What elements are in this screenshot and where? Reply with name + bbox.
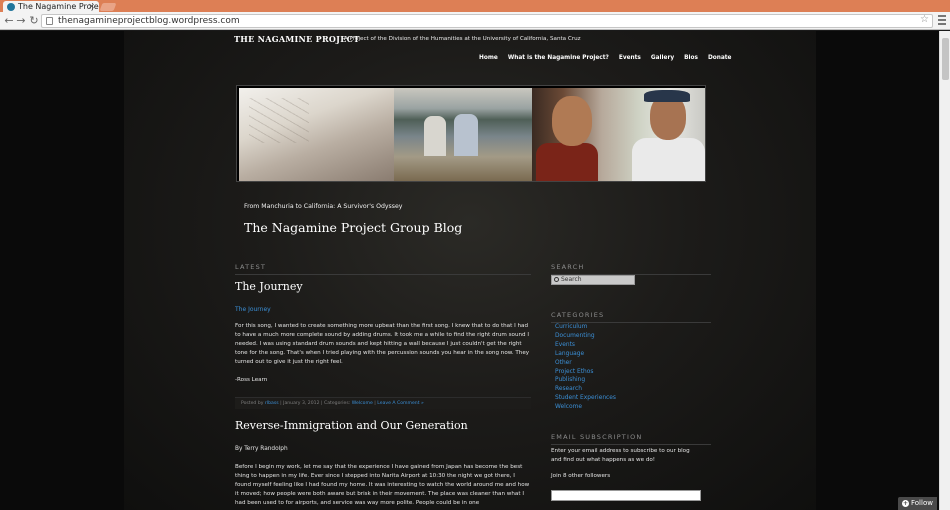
site-tagline: From Manchuria to California: A Survivor… — [244, 203, 403, 210]
category-link[interactable]: Welcome — [352, 401, 373, 406]
main-content: LATEST The Journey The Journey For this … — [235, 263, 531, 506]
category-item[interactable]: Publishing — [555, 376, 616, 385]
address-bar[interactable]: thenagamineprojectblog.wordpress.com ☆ — [41, 14, 933, 28]
wordpress-favicon-icon — [7, 3, 15, 11]
browser-toolbar: ← → ↻ thenagamineprojectblog.wordpress.c… — [0, 12, 950, 30]
top-navigation: Home What is the Nagamine Project? Event… — [474, 55, 737, 61]
chrome-menu-icon[interactable] — [938, 15, 946, 25]
search-icon — [554, 277, 559, 282]
nav-gallery[interactable]: Gallery — [646, 55, 679, 61]
category-item[interactable]: Language — [555, 350, 616, 359]
category-item[interactable]: Events — [555, 341, 616, 350]
post-meta: Posted by rlbass | January 3, 2012 | Cat… — [235, 397, 531, 409]
tab-title: The Nagamine Proje — [18, 2, 99, 11]
categories-list: Curriculum Documenting Events Language O… — [555, 323, 616, 412]
post-subtitle-link[interactable]: The Journey — [235, 306, 271, 313]
back-arrow-icon[interactable]: ← — [3, 13, 15, 29]
nav-donate[interactable]: Donate — [703, 55, 737, 61]
post-title[interactable]: Reverse-Immigration and Our Generation — [235, 419, 468, 432]
search-input[interactable]: Search — [551, 275, 635, 285]
category-item[interactable]: Project Ethos — [555, 368, 616, 377]
bookmark-star-icon[interactable]: ☆ — [920, 14, 929, 26]
category-item[interactable]: Curriculum — [555, 323, 616, 332]
close-tab-icon[interactable]: ✕ — [88, 1, 95, 12]
forward-arrow-icon[interactable]: → — [15, 13, 27, 29]
follow-button[interactable]: + Follow — [898, 497, 937, 510]
plus-icon: + — [902, 500, 909, 507]
page-scrollbar[interactable] — [939, 31, 950, 510]
categories-section-label: CATEGORIES — [551, 311, 711, 323]
post-body: For this song, I wanted to create someth… — [235, 323, 530, 365]
category-item[interactable]: Documenting — [555, 332, 616, 341]
leave-comment-link[interactable]: Leave A Comment » — [377, 401, 424, 406]
browser-tab-strip: The Nagamine Proje ✕ — [0, 0, 950, 12]
new-tab-button[interactable] — [99, 3, 117, 11]
follow-label: Follow — [911, 499, 933, 507]
search-placeholder: Search — [561, 276, 582, 283]
category-item[interactable]: Research — [555, 385, 616, 394]
post-title[interactable]: The Journey — [235, 280, 303, 293]
page-icon — [46, 17, 53, 25]
post-byline: By Terry Randolph — [235, 446, 288, 452]
post-signature: -Ross Learn — [235, 377, 268, 383]
reload-icon[interactable]: ↻ — [28, 13, 40, 29]
search-section-label: SEARCH — [551, 263, 711, 275]
posted-by-label: Posted by — [241, 401, 264, 406]
scrollbar-thumb[interactable] — [942, 38, 949, 80]
email-subscription-text: Enter your email address to subscribe to… — [551, 448, 690, 463]
nav-about[interactable]: What is the Nagamine Project? — [503, 55, 614, 61]
nav-home[interactable]: Home — [474, 55, 503, 61]
page-viewport: THE NAGAMINE PROJECT A Project of the Di… — [0, 31, 939, 510]
browser-tab[interactable]: The Nagamine Proje ✕ — [3, 1, 99, 12]
header-banner-image — [236, 85, 706, 182]
category-item[interactable]: Other — [555, 359, 616, 368]
banner-photo-map — [239, 88, 394, 181]
category-item[interactable]: Welcome — [555, 403, 616, 412]
sidebar: SEARCH Search CATEGORIES Curriculum Docu… — [551, 263, 711, 501]
categories-label: Categories: — [324, 401, 351, 406]
site-title[interactable]: THE NAGAMINE PROJECT — [234, 34, 360, 44]
author-link[interactable]: rlbass — [265, 401, 279, 406]
post-body: Before I begin my work, let me say that … — [235, 464, 530, 506]
post-date: January 3, 2012 — [283, 401, 320, 406]
nav-events[interactable]: Events — [614, 55, 646, 61]
site-description: A Project of the Division of the Humanit… — [344, 36, 581, 42]
email-field[interactable] — [551, 490, 701, 501]
site-container: THE NAGAMINE PROJECT A Project of the Di… — [124, 31, 816, 510]
follower-count-text: Join 8 other followers — [551, 473, 611, 479]
blog-title: The Nagamine Project Group Blog — [244, 220, 463, 235]
banner-photo-riverside — [394, 88, 532, 181]
banner-photo-two-men — [532, 88, 705, 181]
latest-section-label: LATEST — [235, 263, 531, 275]
category-item[interactable]: Student Experiences — [555, 394, 616, 403]
nav-bios[interactable]: Bios — [679, 55, 703, 61]
email-subscription-label: EMAIL SUBSCRIPTION — [551, 433, 711, 445]
url-text: thenagamineprojectblog.wordpress.com — [58, 16, 240, 26]
